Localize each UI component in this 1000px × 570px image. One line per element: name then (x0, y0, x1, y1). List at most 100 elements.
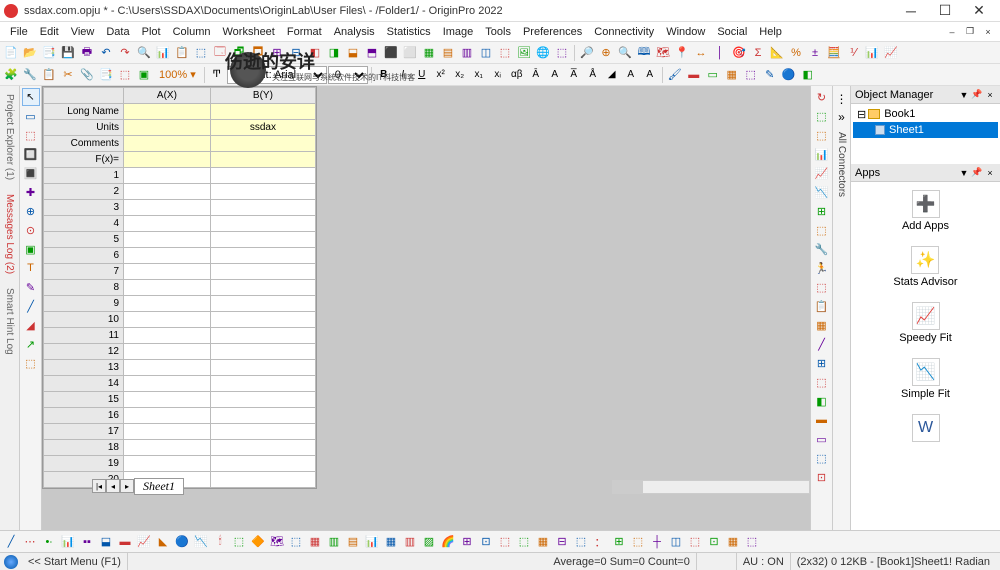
menu-data[interactable]: Data (100, 24, 135, 40)
graph-btn-2[interactable]: ⬚ (813, 126, 831, 144)
tool-btn-7[interactable]: ▣ (22, 240, 40, 258)
edit-btn-0[interactable]: 🧩 (2, 66, 20, 84)
plot-btn-36[interactable]: ⬚ (686, 533, 704, 551)
menu-edit[interactable]: Edit (34, 24, 65, 40)
menu-window[interactable]: Window (660, 24, 711, 40)
std-btn-6[interactable]: ↷ (116, 44, 134, 62)
graph-btn-17[interactable]: ▬ (813, 411, 831, 429)
row-number[interactable]: 19 (44, 456, 124, 472)
meta-cell[interactable]: ssdax (210, 120, 315, 136)
graph-btn-14[interactable]: ⊞ (813, 354, 831, 372)
graph-btn-12[interactable]: ▦ (813, 316, 831, 334)
plot-btn-0[interactable]: ╱ (2, 533, 20, 551)
std-btn-20[interactable]: ⬛ (382, 44, 400, 62)
row-number[interactable]: 11 (44, 328, 124, 344)
std-btn-18[interactable]: ⬓ (344, 44, 362, 62)
horizontal-scrollbar[interactable] (612, 480, 810, 494)
row-number[interactable]: 4 (44, 216, 124, 232)
std-btn-21[interactable]: ⬜ (401, 44, 419, 62)
menu-format[interactable]: Format (281, 24, 328, 40)
row-number[interactable]: 1 (44, 168, 124, 184)
color-btn-7[interactable]: ◧ (799, 66, 817, 84)
plot-btn-11[interactable]: 🕯 (211, 533, 229, 551)
data-cell[interactable] (124, 312, 211, 328)
std2-btn-2[interactable]: 🔍 (616, 44, 634, 62)
data-cell[interactable] (210, 456, 315, 472)
plot-btn-25[interactable]: ⊡ (477, 533, 495, 551)
row-header-Comments[interactable]: Comments (44, 136, 124, 152)
data-cell[interactable] (210, 472, 315, 488)
om-menu-icon[interactable]: ▼ (958, 89, 970, 101)
data-cell[interactable] (210, 312, 315, 328)
graph-btn-13[interactable]: ╱ (813, 335, 831, 353)
tool-btn-13[interactable]: ⬚ (22, 354, 40, 372)
edit-btn-7[interactable]: ▣ (135, 66, 153, 84)
graph-btn-18[interactable]: ▭ (813, 430, 831, 448)
close-button[interactable]: ✕ (962, 1, 996, 21)
menu-column[interactable]: Column (167, 24, 217, 40)
plot-btn-21[interactable]: ▥ (401, 533, 419, 551)
om-pin-icon[interactable]: 📌 (971, 89, 983, 101)
std-btn-26[interactable]: ⬚ (496, 44, 514, 62)
std-btn-29[interactable]: ⬚ (553, 44, 571, 62)
plot-btn-20[interactable]: ▦ (382, 533, 400, 551)
plot-btn-15[interactable]: ⬚ (287, 533, 305, 551)
data-cell[interactable] (210, 440, 315, 456)
row-number[interactable]: 9 (44, 296, 124, 312)
plot-btn-9[interactable]: 🔵 (173, 533, 191, 551)
plot-btn-37[interactable]: ⊡ (705, 533, 723, 551)
std2-btn-8[interactable]: 🎯 (730, 44, 748, 62)
data-cell[interactable] (210, 184, 315, 200)
plot-btn-16[interactable]: ▦ (306, 533, 324, 551)
font-symbol-icon[interactable]: Ͳ (208, 66, 226, 84)
tool-btn-11[interactable]: ◢ (22, 316, 40, 334)
std-btn-5[interactable]: ↶ (97, 44, 115, 62)
graph-btn-0[interactable]: ↻ (813, 88, 831, 106)
data-cell[interactable] (210, 248, 315, 264)
plot-btn-32[interactable]: ⊞ (610, 533, 628, 551)
plot-btn-17[interactable]: ▥ (325, 533, 343, 551)
maximize-button[interactable]: ☐ (928, 1, 962, 21)
graph-btn-9[interactable]: 🏃 (813, 259, 831, 277)
color-btn-1[interactable]: ▬ (685, 66, 703, 84)
plot-btn-7[interactable]: 📈 (135, 533, 153, 551)
color-btn-2[interactable]: ▭ (704, 66, 722, 84)
data-cell[interactable] (124, 248, 211, 264)
plot-btn-2[interactable]: •∙ (40, 533, 58, 551)
graph-btn-3[interactable]: 📊 (813, 145, 831, 163)
mdi-restore-icon[interactable]: ❐ (962, 25, 978, 39)
plot-btn-39[interactable]: ⬚ (743, 533, 761, 551)
data-cell[interactable] (124, 344, 211, 360)
std-btn-27[interactable]: 🖼 (515, 44, 533, 62)
menu-image[interactable]: Image (437, 24, 480, 40)
meta-cell[interactable] (210, 152, 315, 168)
plot-btn-38[interactable]: ▦ (724, 533, 742, 551)
color-btn-0[interactable]: 🖌 (666, 66, 684, 84)
plot-btn-34[interactable]: ┼ (648, 533, 666, 551)
std-btn-16[interactable]: ◧ (306, 44, 324, 62)
data-cell[interactable] (124, 392, 211, 408)
tool-btn-2[interactable]: 🔲 (22, 145, 40, 163)
plot-btn-3[interactable]: 📊 (59, 533, 77, 551)
graph-btn-6[interactable]: ⊞ (813, 202, 831, 220)
std-btn-15[interactable]: ⊟ (287, 44, 305, 62)
data-cell[interactable] (124, 216, 211, 232)
tool-btn-4[interactable]: ✚ (22, 183, 40, 201)
data-cell[interactable] (210, 392, 315, 408)
style-btn-6[interactable]: xᵢ (489, 66, 507, 84)
tree-book-item[interactable]: ⊟ Book1 (853, 106, 998, 122)
meta-cell[interactable] (124, 104, 211, 120)
style-btn-5[interactable]: x₁ (470, 66, 488, 84)
style-btn-8[interactable]: Ā (527, 66, 545, 84)
std-btn-8[interactable]: 📊 (154, 44, 172, 62)
plot-btn-18[interactable]: ▤ (344, 533, 362, 551)
connectors-chevron-icon[interactable]: » (838, 110, 845, 124)
menu-preferences[interactable]: Preferences (517, 24, 588, 40)
data-cell[interactable] (210, 328, 315, 344)
plot-btn-27[interactable]: ⬚ (515, 533, 533, 551)
edit-btn-3[interactable]: ✂ (59, 66, 77, 84)
worksheet-window[interactable]: A(X)B(Y)Long NameUnitsssdaxCommentsF(x)=… (42, 86, 317, 489)
plot-btn-6[interactable]: ▬ (116, 533, 134, 551)
dock-tab-0[interactable]: Project Explorer (1) (2, 90, 17, 184)
std2-btn-7[interactable]: │ (711, 44, 729, 62)
